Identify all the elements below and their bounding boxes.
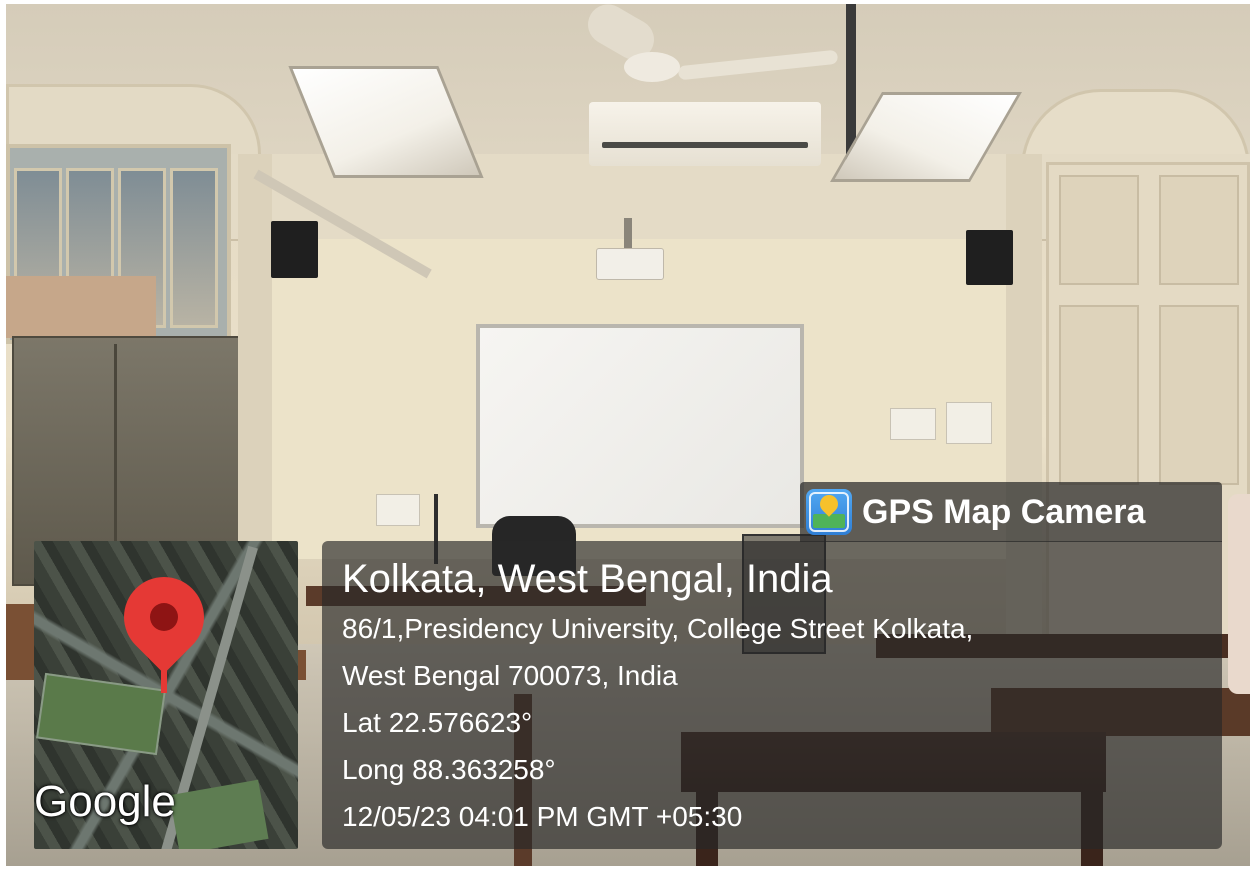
gps-map-camera-banner: GPS Map Camera	[800, 482, 1222, 542]
speaker-right	[966, 230, 1013, 285]
ceiling-fan-hub	[624, 52, 680, 82]
gps-app-name: GPS Map Camera	[862, 492, 1146, 531]
door-panel	[1159, 175, 1239, 285]
switchboard	[890, 408, 936, 440]
location-datetime: 12/05/23 04:01 PM GMT +05:30	[342, 801, 743, 832]
map-thumbnail: Google	[34, 541, 298, 849]
window-pane	[170, 168, 218, 328]
projector-mount	[624, 218, 632, 250]
switchboard	[946, 402, 992, 444]
map-park	[36, 672, 166, 756]
whiteboard	[476, 324, 804, 528]
gps-map-camera-app-icon	[806, 489, 852, 535]
map-pin-dot	[144, 597, 184, 637]
door-panel	[1059, 305, 1139, 485]
door-panel	[1159, 305, 1239, 485]
wall-socket	[376, 494, 420, 526]
door-panel	[1059, 175, 1139, 285]
projector	[596, 248, 664, 280]
icon-frame	[809, 492, 849, 532]
location-info-panel: Kolkata, West Bengal, India 86/1,Preside…	[322, 541, 1222, 849]
location-address-line2: West Bengal 700073, India	[342, 660, 678, 691]
google-logo: Google	[34, 777, 176, 826]
speaker-left	[271, 221, 318, 278]
location-address-line1: 86/1,Presidency University, College Stre…	[342, 613, 974, 644]
map-pin-icon	[107, 560, 221, 674]
location-latitude: Lat 22.576623°	[342, 707, 533, 738]
left-pillar	[238, 154, 272, 594]
air-conditioner-vent	[602, 142, 808, 148]
cardboard-boxes	[6, 276, 156, 338]
location-city: Kolkata, West Bengal, India	[342, 557, 833, 601]
location-longitude: Long 88.363258°	[342, 754, 556, 785]
air-conditioner	[589, 102, 821, 166]
person-arm	[1228, 494, 1250, 694]
